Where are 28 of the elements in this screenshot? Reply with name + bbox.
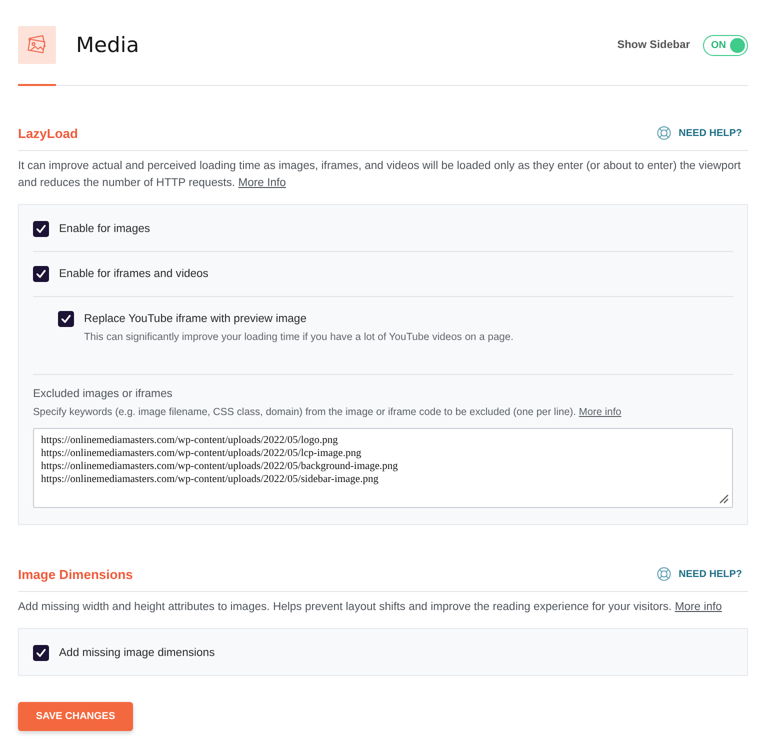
checkbox[interactable] — [33, 221, 49, 237]
toggle-label: Show Sidebar — [617, 39, 690, 51]
option-label: Enable for images — [59, 222, 150, 237]
save-changes-button[interactable]: SAVE CHANGES — [18, 702, 133, 731]
section-title: LazyLoad — [18, 126, 78, 140]
checkbox[interactable] — [58, 311, 74, 327]
option-label: Enable for iframes and videos — [59, 267, 208, 282]
option-label: Replace YouTube iframe with preview image — [84, 312, 308, 327]
page-title: Media — [76, 33, 140, 57]
section-description: It can improve actual and perceived loading time as images, iframes, and videos will be loaded only as they enter (or about to enter) the viewport and reduces the number of HTTP requests. More Info — [18, 159, 742, 191]
option-description: This can significantly improve your loading time if you have a lot of YouTube videos on a page. — [84, 331, 514, 345]
section-description: Add missing width and height attributes to images. Helps prevent layout shifts and improve the reading experience for your visitors. More info — [18, 600, 723, 615]
lifebuoy-icon — [656, 126, 671, 140]
lifebuoy-icon — [656, 567, 671, 581]
checkbox[interactable] — [33, 266, 49, 282]
checkbox[interactable] — [33, 645, 49, 661]
photos-icon — [18, 26, 56, 64]
more-info-link[interactable]: More info — [674, 601, 722, 613]
more-info-link[interactable]: More Info — [238, 177, 286, 189]
more-info-link[interactable]: More info — [578, 407, 622, 418]
section-title: Image Dimensions — [18, 566, 133, 582]
field-description: Specify keywords (e.g. image filename, CSS class, domain) from the image or iframe code to be excluded (one per line). More info — [33, 406, 622, 420]
option-label: Add missing image dimensions — [59, 646, 215, 661]
need-help-link[interactable]: NEED HELP? — [656, 126, 742, 140]
resize-handle-icon[interactable] — [719, 494, 729, 504]
need-help-link[interactable]: NEED HELP? — [656, 567, 742, 581]
textarea-field[interactable]: https://onlinemediamasters.com/wp-content/uploads/2022/05/logo.png https://onlinemediamasters.com/wp-content/uploads/2022/05/lcp-image.png https://onlinemediamasters.com/wp-content/uploads/2022/05/background-image.png https://onlinemediamasters.com/wp-content/uploads/2022/05/sidebar-image.png — [33, 428, 733, 508]
field-label: Excluded images or iframes — [33, 387, 174, 401]
